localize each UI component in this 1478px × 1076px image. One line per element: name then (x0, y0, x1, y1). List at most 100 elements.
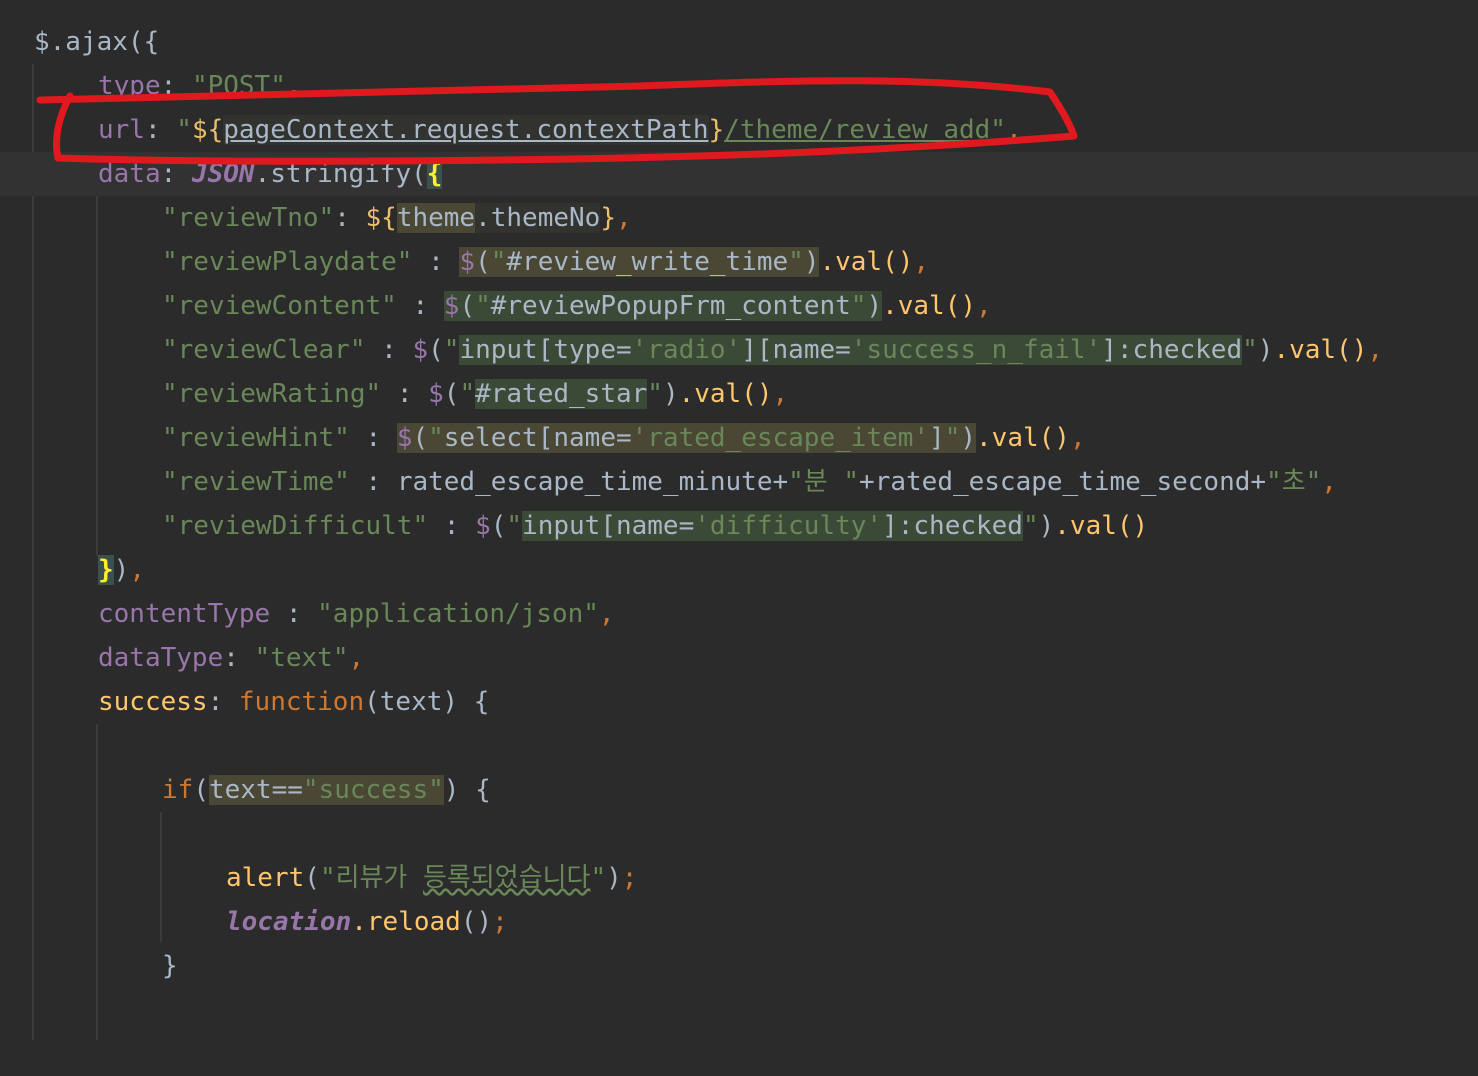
quote: " (990, 115, 1006, 145)
function-keyword: function (238, 687, 365, 717)
quote: " (176, 115, 192, 145)
code-line-6[interactable]: "reviewPlaydate" : $("#review_write_time… (0, 240, 1478, 284)
code-editor[interactable]: $.ajax({ type: "POST", url: "${pageConte… (0, 0, 1478, 1040)
selector-part: 'difficulty' (694, 511, 883, 541)
code-line-11[interactable]: "reviewTime" : rated_escape_time_minute+… (0, 460, 1478, 504)
code-line-4[interactable]: data: JSON.stringify({ (0, 152, 1478, 196)
colon: : (285, 599, 302, 629)
function-params: (text) { (364, 687, 490, 717)
selector-part: ][name= (741, 335, 851, 365)
string-value: "text" (254, 643, 349, 673)
colon: : (207, 687, 224, 717)
selector-part: 'rated_escape_item' (631, 423, 930, 453)
code-line-18[interactable]: if(text=="success") { (0, 768, 1478, 812)
comma: , (1367, 335, 1384, 365)
json-key: "reviewTno" (162, 203, 335, 233)
selector-part: 'radio' (631, 335, 742, 365)
selector-part: 'success_n_fail' (850, 335, 1102, 365)
comma: , (598, 599, 615, 629)
code-line-10[interactable]: "reviewHint" : $("select[name='rated_esc… (0, 416, 1478, 460)
expr-part: rated_escape_time_minute+ (396, 467, 789, 497)
string-literal: "success" (302, 775, 444, 805)
comma: , (913, 247, 930, 277)
selector: #review_write_time (506, 247, 789, 277)
val-call: .val() (678, 379, 773, 409)
code-line-22[interactable]: } (0, 944, 1478, 988)
code-line-12[interactable]: "reviewDifficult" : $("input[name='diffi… (0, 504, 1478, 548)
string-literal: "분 " (788, 467, 860, 497)
property-key: type (98, 71, 161, 101)
string-literal: "리뷰가 (319, 863, 424, 893)
json-key: "reviewDifficult" (162, 511, 429, 541)
code-line-13[interactable]: }), (0, 548, 1478, 592)
condition-part: text== (208, 775, 303, 805)
val-call: .val() (976, 423, 1070, 453)
json-key: "reviewRating" (162, 379, 382, 409)
comma: , (285, 71, 302, 101)
selector-part: input[type= (459, 335, 632, 365)
comma: , (1005, 115, 1022, 145)
jquery-dollar: $ (428, 379, 444, 409)
json-key: "reviewTime" (162, 467, 350, 497)
quote: " (590, 863, 607, 893)
string-literal: "초" (1266, 467, 1322, 497)
selector: #rated_star (475, 379, 648, 409)
json-key: "reviewPlaydate" (162, 247, 413, 277)
selector-part: select[name= (443, 423, 632, 453)
comma: , (615, 203, 632, 233)
el-open: ${ (191, 115, 224, 145)
if-keyword: if (162, 775, 194, 805)
val-call: .val() (1054, 511, 1149, 541)
jquery-dollar: $ (459, 247, 476, 277)
comma: , (348, 643, 365, 673)
el-close: } (708, 115, 725, 145)
val-call: .val() (882, 291, 977, 321)
selector-part: ] (929, 423, 945, 453)
code-line-3[interactable]: url: "${pageContext.request.contextPath}… (0, 108, 1478, 152)
comma: , (129, 555, 145, 585)
selector-part: input[name= (522, 511, 695, 541)
code-line-2[interactable]: type: "POST", (0, 64, 1478, 108)
colon: : (334, 203, 350, 233)
code-line-1[interactable]: $.ajax({ (0, 20, 1478, 64)
json-key: "reviewClear" (162, 335, 366, 365)
colon: : (223, 643, 239, 673)
colon: : (160, 159, 177, 189)
json-key: "reviewContent" (162, 291, 397, 321)
colon: : (443, 511, 460, 541)
code-line-14[interactable]: contentType : "application/json", (0, 592, 1478, 636)
colon: : (396, 379, 413, 409)
success-key: success (98, 687, 208, 717)
selector-part: ]:checked (882, 511, 1023, 541)
comma: , (976, 291, 992, 321)
property-key: contentType (98, 599, 271, 629)
property-key: url (98, 115, 145, 145)
comma: , (772, 379, 789, 409)
colon: : (381, 335, 397, 365)
json-key: "reviewHint" (162, 423, 350, 453)
code-line-8[interactable]: "reviewClear" : $("input[type='radio'][n… (0, 328, 1478, 372)
code-line-7[interactable]: "reviewContent" : $("#reviewPopupFrm_con… (0, 284, 1478, 328)
jquery-dollar: $ (412, 335, 429, 365)
code-line-16[interactable]: success: function(text) { (0, 680, 1478, 724)
colon: : (160, 71, 177, 101)
code-line-9[interactable]: "reviewRating" : $("#rated_star").val(), (0, 372, 1478, 416)
colon: : (365, 467, 382, 497)
selector: #reviewPopupFrm_content (490, 291, 851, 321)
ajax-call: $.ajax({ (34, 27, 160, 57)
closing-brace: } (162, 951, 178, 981)
selector-part: ]:checked (1101, 335, 1243, 365)
code-line-21[interactable]: location.reload(); (0, 900, 1478, 944)
brace-match: } (98, 555, 114, 585)
reload-call: .reload (351, 907, 461, 937)
stringify-call: .stringify( (254, 159, 427, 189)
code-line-15[interactable]: dataType: "text", (0, 636, 1478, 680)
location-object: location (226, 907, 352, 937)
el-theme-no: .themeNo (475, 203, 601, 233)
alert-call: alert (226, 863, 305, 893)
colon: : (144, 115, 161, 145)
code-line-20[interactable]: alert("리뷰가 등록되었습니다"); (0, 856, 1478, 900)
comma: , (1321, 467, 1337, 497)
condition-close: ) { (443, 775, 491, 805)
code-line-5[interactable]: "reviewTno": ${theme.themeNo}, (0, 196, 1478, 240)
